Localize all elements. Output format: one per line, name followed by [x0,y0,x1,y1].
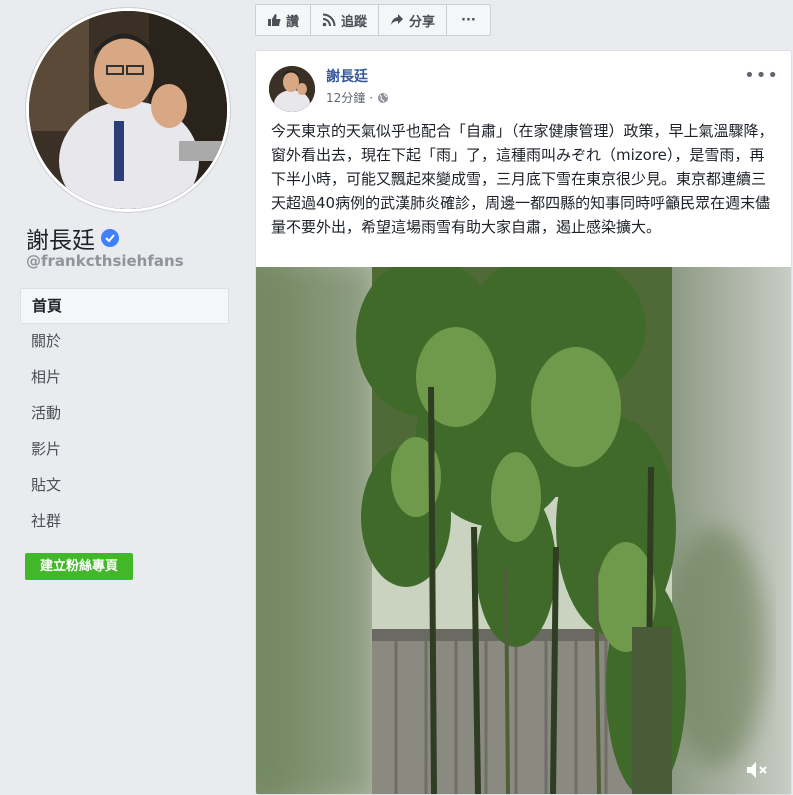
nav-item-posts[interactable]: 貼文 [20,468,229,504]
rss-icon [322,13,336,27]
more-options-button[interactable]: ··· [447,5,490,35]
author-photo-image [269,66,315,112]
verified-badge-icon [101,229,119,247]
follow-button[interactable]: 追蹤 [311,5,380,35]
nav-item-about[interactable]: 關於 [20,324,229,360]
post-options-button[interactable]: ••• [744,65,779,86]
more-options-label: ··· [461,12,476,28]
profile-picture[interactable] [26,8,230,212]
post-timestamp[interactable]: 12分鐘 [326,89,365,106]
post-author-name[interactable]: 謝長廷 [326,66,368,86]
meta-separator: · [369,90,374,105]
post-author-avatar[interactable] [269,66,315,112]
video-frame-image [256,267,791,794]
follow-label: 追蹤 [341,14,368,30]
page-nav: 首頁 關於 相片 活動 影片 貼文 社群 [20,288,229,540]
like-label: 讚 [286,14,300,30]
nav-item-events[interactable]: 活動 [20,396,229,432]
post-meta: 12分鐘 · [326,89,389,106]
page-handle[interactable]: @frankcthsiehfans [26,252,184,270]
profile-photo-image [29,11,227,209]
like-icon [268,14,281,26]
globe-icon [378,92,389,103]
post-body-text: 今天東京的天氣似乎也配合「自肅」（在家健康管理）政策，早上氣溫驟降，窗外看出去，… [271,122,774,236]
nav-item-photos[interactable]: 相片 [20,360,229,396]
share-button[interactable]: 分享 [379,5,448,35]
page-name-heading: 謝長廷 [26,221,119,255]
post-video[interactable] [256,267,791,794]
share-label: 分享 [409,14,436,30]
nav-item-videos[interactable]: 影片 [20,432,229,468]
page-sidebar: 謝長廷 @frankcthsiehfans 首頁 關於 相片 活動 影片 貼文 … [0,0,240,793]
page-name-text: 謝長廷 [26,228,95,254]
share-icon [391,14,404,25]
mute-icon [747,762,767,778]
nav-item-community[interactable]: 社群 [20,504,229,540]
like-button[interactable]: 讚 [256,5,312,35]
page-action-bar: 讚 追蹤 分享 ··· [255,4,491,36]
post-card: 謝長廷 12分鐘 · ••• 今天東京的天氣似乎也配合「自肅」（在家健康管理）政… [255,50,792,795]
create-page-button[interactable]: 建立粉絲專頁 [25,553,133,580]
nav-item-home[interactable]: 首頁 [20,288,229,324]
mute-button[interactable] [745,760,769,784]
